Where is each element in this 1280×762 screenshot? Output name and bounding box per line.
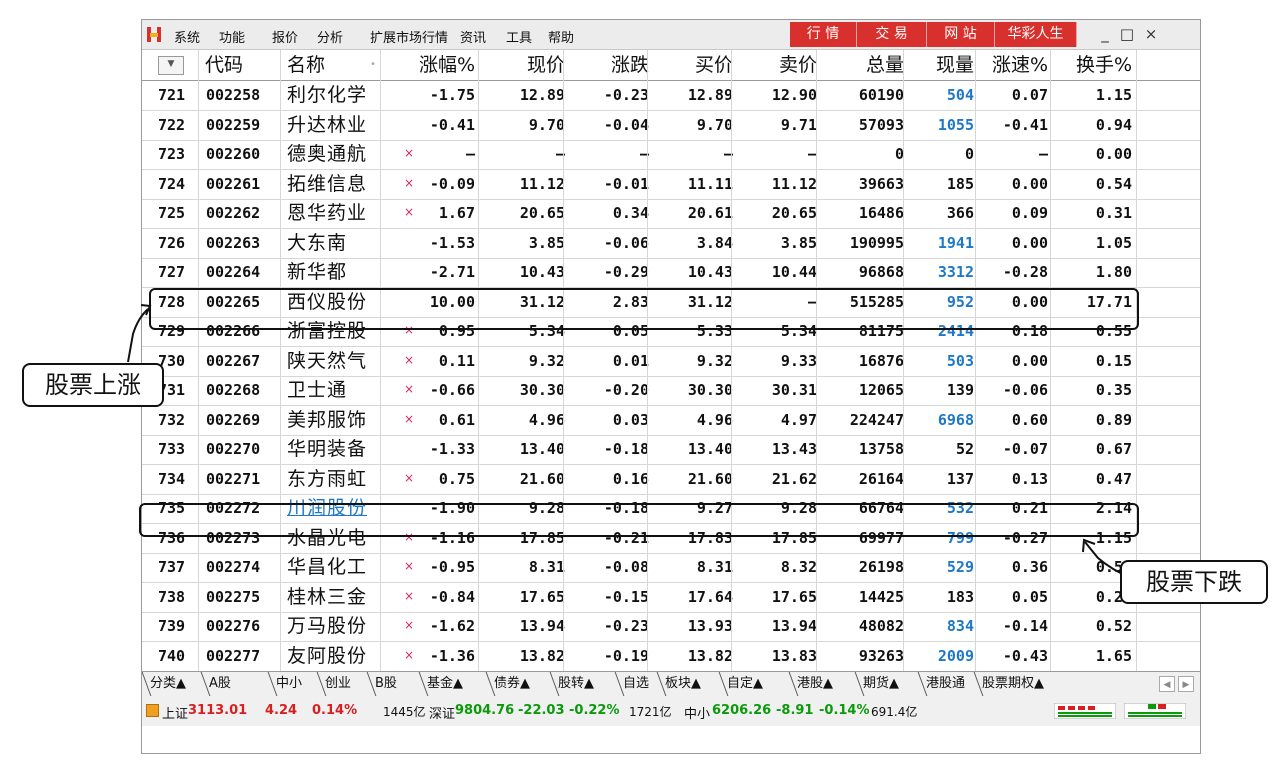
annotation-arrows <box>127 304 1132 579</box>
fall-callout: 股票下跌 <box>1120 560 1268 604</box>
rise-callout: 股票上涨 <box>22 363 164 407</box>
